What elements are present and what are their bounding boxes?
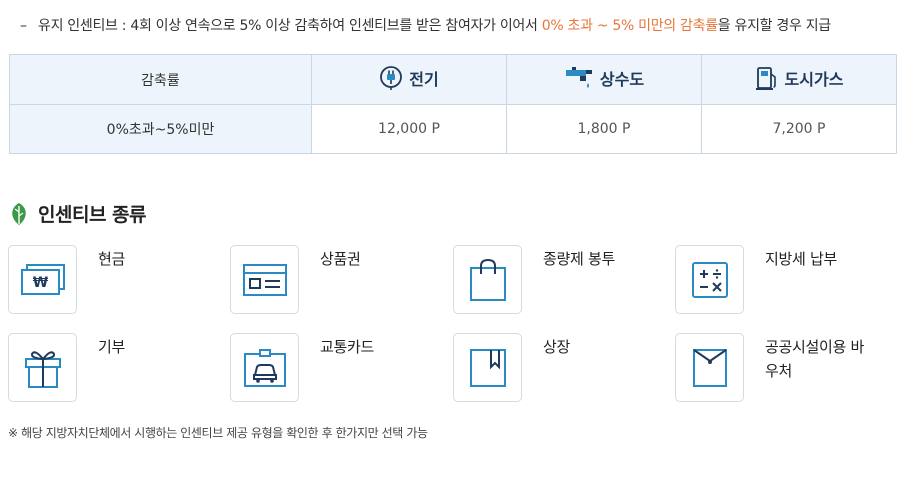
row-water-value: 1,800 P	[506, 104, 702, 154]
footnote: ※ 해당 지방자치단체에서 시행하는 인센티브 제공 유형을 확인한 후 한가지…	[8, 426, 428, 440]
incentive-label: 교통카드	[320, 338, 375, 356]
incentive-card-donation: 기부	[8, 333, 230, 403]
award-book-icon	[469, 348, 506, 387]
incentive-card-award: 상장	[453, 333, 675, 403]
table-row: 0%초과~5%미만 12,000 P 1,800 P 7,200 P	[9, 104, 897, 154]
incentive-label: 상장	[543, 338, 571, 356]
header-electricity-label: 전기	[409, 69, 439, 89]
table-header-row: 감축률 전기 상수도 도시가스	[9, 54, 897, 105]
leaf-icon	[12, 202, 26, 225]
section-title-text: 인센티브 종류	[38, 204, 147, 226]
incentive-card-transit-card: 교통카드	[230, 333, 452, 403]
row-rate: 0%초과~5%미만	[9, 104, 312, 154]
incentive-label: 기부	[98, 338, 126, 356]
notice-text-before: 유지 인센티브 : 4회 이상 연속으로 5% 이상 감축하여 인센티브를 받은…	[38, 18, 542, 34]
incentive-table: 감축률 전기 상수도 도시가스 0%초과~5%미만 12,000 P 1,800…	[9, 54, 897, 154]
incentive-icon-box: ₩	[8, 245, 77, 314]
incentive-icon-box	[230, 245, 299, 314]
incentive-card-gift-certificate: 상품권	[230, 245, 452, 315]
incentive-card-voucher: 공공시설이용 바우처	[675, 333, 897, 403]
incentive-icon-box	[453, 333, 522, 402]
cash-icon: ₩	[20, 263, 65, 295]
calculator-icon	[691, 261, 728, 298]
incentive-icon-box	[8, 333, 77, 402]
incentive-label: 현금	[98, 250, 126, 268]
header-electricity: 전기	[311, 54, 507, 105]
transit-card-icon	[243, 348, 286, 387]
section-title: 인센티브 종류	[8, 200, 147, 227]
header-gas-label: 도시가스	[784, 69, 844, 89]
gift-certificate-icon	[242, 263, 287, 296]
incentive-icon-box	[453, 245, 522, 314]
header-water: 상수도	[506, 54, 702, 105]
maintenance-incentive-notice: – 유지 인센티브 : 4회 이상 연속으로 5% 이상 감축하여 인센티브를 받…	[20, 15, 831, 35]
header-rate-label: 감축률	[141, 72, 180, 89]
bag-icon	[469, 258, 506, 301]
incentive-card-bag: 종량제 봉투	[453, 245, 675, 315]
incentive-icon-box	[675, 333, 744, 402]
row-gas-value: 7,200 P	[701, 104, 897, 154]
incentive-label: 공공시설이용 바우처	[765, 338, 864, 380]
incentive-card-local-tax: 지방세 납부	[675, 245, 897, 315]
incentive-icon-box	[230, 333, 299, 402]
incentive-label: 지방세 납부	[765, 250, 837, 268]
gas-pump-icon	[755, 66, 776, 90]
incentive-label: 상품권	[320, 250, 361, 268]
voucher-envelope-icon	[692, 348, 727, 387]
incentive-card-cash: ₩ 현금	[8, 245, 230, 315]
gift-box-icon	[24, 350, 61, 388]
incentive-icon-box	[675, 245, 744, 314]
row-electricity-value: 12,000 P	[311, 104, 507, 154]
notice-dash: –	[20, 18, 27, 34]
notice-highlight: 0% 초과 ~ 5% 미만의 감축률	[541, 18, 718, 34]
electricity-plug-icon	[380, 65, 403, 90]
header-rate: 감축률	[9, 54, 312, 105]
water-tap-icon	[565, 66, 592, 88]
header-water-label: 상수도	[599, 69, 645, 89]
notice-text-after: 을 유지할 경우 지급	[717, 18, 831, 34]
incentive-label: 종량제 봉투	[543, 250, 615, 268]
svg-text:₩: ₩	[32, 275, 48, 291]
header-gas: 도시가스	[701, 54, 897, 105]
